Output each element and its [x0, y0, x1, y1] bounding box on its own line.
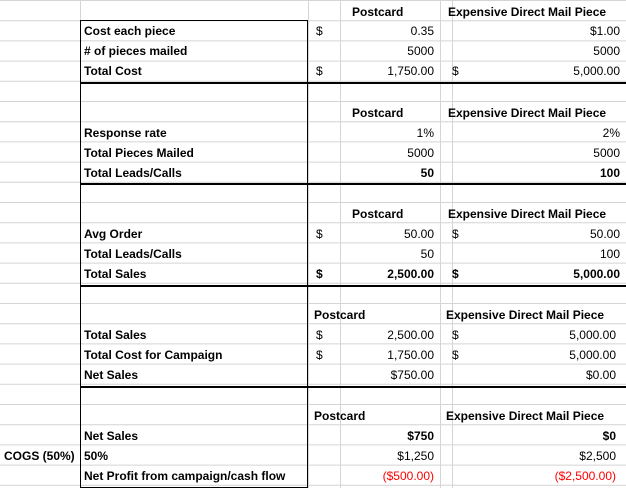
direct-mail-value[interactable]: 100 — [470, 163, 620, 183]
header-postcard: Postcard — [314, 409, 366, 423]
header-postcard: Postcard — [352, 207, 404, 221]
direct-mail-currency-symbol: $ — [452, 64, 459, 78]
direct-mail-currency-symbol: $ — [452, 267, 459, 281]
total-underline — [80, 386, 626, 388]
row-label-total-leads-calls[interactable]: Total Leads/Calls — [84, 163, 182, 183]
postcard-currency-symbol: $ — [316, 328, 323, 342]
postcard-value[interactable]: 1,750.00 — [340, 345, 434, 365]
postcard-currency-symbol: $ — [316, 267, 323, 281]
postcard-value[interactable]: $1,250 — [340, 446, 434, 466]
postcard-value[interactable]: 50.00 — [340, 224, 434, 244]
header-direct-mail: Expensive Direct Mail Piece — [446, 409, 605, 423]
total-underline — [80, 183, 626, 185]
direct-mail-value[interactable]: 5000 — [470, 143, 620, 163]
row-label-total-cost[interactable]: Total Cost — [84, 61, 142, 81]
row-label-cost-each-piece[interactable]: Cost each piece — [84, 21, 175, 41]
row-label-total-leads-calls[interactable]: Total Leads/Calls — [84, 244, 182, 264]
row-label-total-sales[interactable]: Total Sales — [84, 264, 146, 284]
postcard-currency-symbol: $ — [316, 64, 323, 78]
header-direct-mail: Expensive Direct Mail Piece — [448, 106, 607, 120]
direct-mail-value[interactable]: 5,000.00 — [470, 61, 620, 81]
row-label-net-profit[interactable]: Net Profit from campaign/cash flow — [84, 466, 285, 486]
postcard-currency-symbol: $ — [316, 227, 323, 241]
postcard-value[interactable]: 5000 — [340, 143, 434, 163]
row-label-cogs-percent[interactable]: 50% — [84, 446, 108, 466]
direct-mail-currency-symbol: $ — [452, 328, 459, 342]
direct-mail-value[interactable]: 2% — [470, 123, 620, 143]
direct-mail-currency-symbol: $ — [452, 348, 459, 362]
direct-mail-value[interactable]: 5,000.00 — [470, 264, 620, 284]
row-label-avg-order[interactable]: Avg Order — [84, 224, 142, 244]
direct-mail-value[interactable]: 5000 — [470, 41, 620, 61]
header-direct-mail: Expensive Direct Mail Piece — [448, 5, 607, 19]
row-label-response-rate[interactable]: Response rate — [84, 123, 167, 143]
postcard-value[interactable]: 50 — [340, 163, 434, 183]
postcard-value[interactable]: 2,500.00 — [340, 264, 434, 284]
header-direct-mail: Expensive Direct Mail Piece — [448, 207, 607, 221]
postcard-value[interactable]: 50 — [340, 244, 434, 264]
postcard-value[interactable]: $750 — [340, 426, 434, 446]
direct-mail-value[interactable]: $1.00 — [470, 21, 620, 41]
direct-mail-value[interactable]: 100 — [470, 244, 620, 264]
postcard-value[interactable]: 0.35 — [340, 21, 434, 41]
header-direct-mail: Expensive Direct Mail Piece — [446, 308, 605, 322]
row-label-total-cost-for-campaign[interactable]: Total Cost for Campaign — [84, 345, 222, 365]
header-postcard: Postcard — [314, 308, 366, 322]
postcard-negative-value[interactable]: ($500.00) — [340, 466, 434, 486]
direct-mail-value[interactable]: $2,500 — [470, 446, 616, 466]
cogs-label[interactable]: COGS (50%) — [4, 446, 75, 466]
row-label-net-sales[interactable]: Net Sales — [84, 365, 138, 385]
row-label-total-pieces-mailed[interactable]: Total Pieces Mailed — [84, 143, 194, 163]
postcard-currency-symbol: $ — [316, 348, 323, 362]
direct-mail-currency-symbol: $ — [452, 227, 459, 241]
postcard-value[interactable]: $750.00 — [340, 365, 434, 385]
postcard-value[interactable]: 1% — [340, 123, 434, 143]
direct-mail-value[interactable]: 5,000.00 — [470, 325, 616, 345]
direct-mail-value[interactable]: $0 — [470, 426, 616, 446]
direct-mail-value[interactable]: 50.00 — [470, 224, 620, 244]
spreadsheet-sheet[interactable]: Postcard Expensive Direct Mail Piece Cos… — [0, 0, 626, 488]
direct-mail-negative-value[interactable]: ($2,500.00) — [470, 466, 616, 486]
postcard-value[interactable]: 2,500.00 — [340, 325, 434, 345]
row-label-net-sales[interactable]: Net Sales — [84, 426, 138, 446]
postcard-value[interactable]: 5000 — [340, 41, 434, 61]
total-underline — [80, 82, 626, 84]
header-postcard: Postcard — [352, 5, 404, 19]
total-underline — [80, 285, 626, 287]
postcard-currency-symbol: $ — [316, 24, 323, 38]
direct-mail-value[interactable]: 5,000.00 — [470, 345, 616, 365]
header-postcard: Postcard — [352, 106, 404, 120]
postcard-value[interactable]: 1,750.00 — [340, 61, 434, 81]
row-label-pieces-mailed[interactable]: # of pieces mailed — [84, 41, 187, 61]
direct-mail-value[interactable]: $0.00 — [470, 365, 616, 385]
row-label-total-sales[interactable]: Total Sales — [84, 325, 146, 345]
